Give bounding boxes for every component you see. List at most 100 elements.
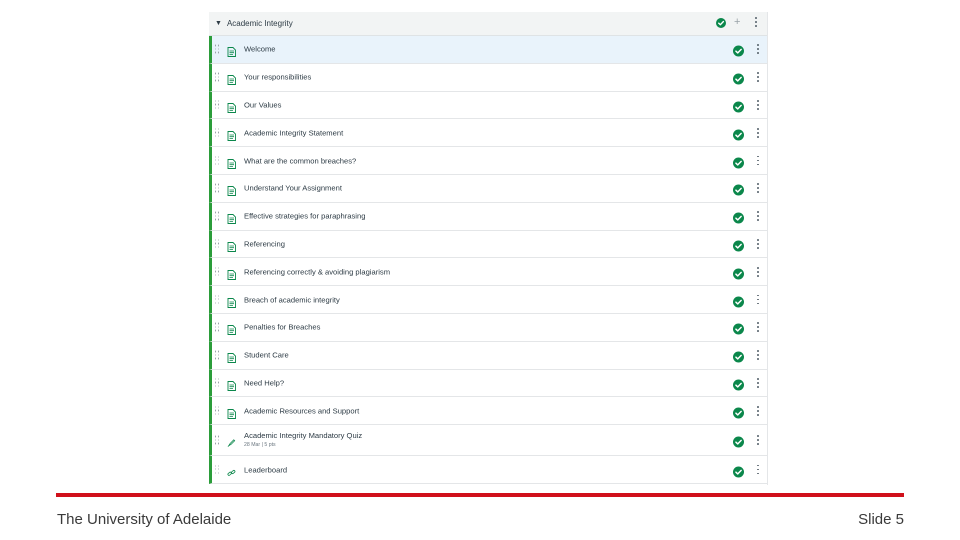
drag-handle-icon[interactable] — [215, 128, 220, 137]
document-icon — [227, 406, 236, 419]
module-item[interactable]: Referencing correctly & avoiding plagiar… — [209, 258, 767, 287]
item-title-link[interactable]: Breach of academic integrity — [244, 295, 340, 304]
check-circle-icon[interactable] — [733, 350, 744, 363]
check-circle-icon[interactable] — [733, 72, 744, 85]
drag-handle-icon[interactable] — [215, 406, 220, 415]
check-circle-icon[interactable] — [733, 183, 744, 196]
item-title-link[interactable]: Need Help? — [244, 378, 284, 387]
document-icon — [227, 100, 236, 113]
kebab-icon[interactable] — [756, 322, 760, 333]
kebab-icon[interactable] — [756, 99, 760, 110]
item-title-link[interactable]: Penalties for Breaches — [244, 323, 320, 332]
kebab-icon[interactable] — [756, 155, 760, 166]
document-icon — [227, 44, 236, 58]
kebab-icon[interactable] — [756, 377, 760, 388]
footer-rule — [56, 493, 904, 497]
check-circle-icon[interactable] — [733, 294, 744, 308]
document-icon — [227, 72, 236, 86]
drag-handle-icon[interactable] — [215, 465, 220, 474]
document-icon — [227, 295, 236, 308]
item-title-link[interactable]: Understand Your Assignment — [244, 184, 342, 193]
item-title-link[interactable]: Student Care — [244, 351, 289, 360]
drag-handle-icon[interactable] — [215, 295, 220, 304]
item-title-link[interactable]: Referencing — [244, 239, 285, 248]
check-circle-icon[interactable] — [733, 435, 744, 448]
item-title-link[interactable]: Referencing correctly & avoiding plagiar… — [244, 267, 390, 276]
module-item[interactable]: Leaderboard — [209, 456, 767, 484]
kebab-icon[interactable] — [756, 464, 760, 475]
module-item[interactable]: Your responsibilities — [209, 63, 767, 92]
kebab-icon[interactable] — [756, 44, 760, 55]
drag-handle-icon[interactable] — [215, 211, 220, 221]
item-title-link[interactable]: Academic Integrity Mandatory Quiz — [244, 431, 362, 440]
item-title-link[interactable]: Academic Integrity Statement — [244, 128, 343, 137]
drag-handle-icon[interactable] — [215, 100, 220, 109]
drag-handle-icon[interactable] — [215, 156, 220, 165]
module-item[interactable]: Penalties for Breaches — [209, 313, 767, 342]
check-circle-icon[interactable] — [716, 18, 726, 28]
item-title-link[interactable]: Our Values — [244, 100, 281, 109]
check-circle-icon[interactable] — [733, 322, 744, 335]
module-item[interactable]: Need Help? — [209, 369, 767, 398]
item-title-link[interactable]: What are the common breaches? — [244, 156, 356, 165]
check-circle-icon[interactable] — [733, 464, 744, 478]
module-header[interactable]: ▼ Academic Integrity + — [209, 12, 767, 36]
document-icon — [227, 350, 236, 364]
module-item[interactable]: Welcome — [209, 36, 767, 64]
kebab-icon[interactable] — [756, 72, 760, 82]
module-item[interactable]: Academic Integrity Statement — [209, 119, 767, 148]
kebab-icon[interactable] — [756, 211, 760, 221]
drag-handle-icon[interactable] — [215, 72, 220, 82]
item-label-block: Academic Integrity Mandatory Quiz 28 Mar … — [244, 431, 362, 448]
module-item[interactable]: Student Care — [209, 341, 767, 370]
item-title-link[interactable]: Leaderboard — [244, 465, 287, 474]
document-icon — [227, 211, 236, 225]
drag-handle-icon[interactable] — [215, 350, 220, 360]
drag-handle-icon[interactable] — [215, 267, 220, 276]
drag-handle-icon[interactable] — [215, 322, 220, 332]
check-circle-icon[interactable] — [733, 377, 744, 391]
module-item[interactable]: What are the common breaches? — [209, 147, 767, 175]
module-title: Academic Integrity — [226, 19, 293, 28]
check-circle-icon[interactable] — [733, 127, 744, 141]
check-circle-icon[interactable] — [733, 44, 744, 57]
kebab-icon[interactable] — [756, 435, 760, 445]
kebab-icon[interactable] — [756, 127, 760, 138]
module-item[interactable]: Academic Resources and Support — [209, 397, 767, 426]
module-item[interactable]: Academic Integrity Mandatory Quiz 28 Mar … — [209, 425, 767, 457]
item-title-link[interactable]: Academic Resources and Support — [244, 406, 359, 415]
item-title-link[interactable]: Effective strategies for paraphrasing — [244, 212, 365, 221]
item-title-link[interactable]: Welcome — [244, 45, 276, 54]
kebab-icon[interactable] — [756, 350, 760, 360]
caret-down-icon[interactable]: ▼ — [215, 20, 222, 27]
drag-handle-icon[interactable] — [215, 378, 220, 387]
module-panel: ▼ Academic Integrity + Welcome Your respo… — [209, 12, 768, 485]
drag-handle-icon[interactable] — [215, 183, 220, 193]
check-circle-icon[interactable] — [733, 155, 744, 169]
plus-icon[interactable]: + — [734, 16, 740, 28]
check-circle-icon[interactable] — [733, 238, 744, 252]
module-item[interactable]: Understand Your Assignment — [209, 174, 767, 203]
module-item[interactable]: Effective strategies for paraphrasing — [209, 202, 767, 231]
kebab-icon[interactable] — [756, 183, 760, 194]
document-icon — [227, 239, 236, 252]
drag-handle-icon[interactable] — [215, 239, 220, 248]
check-circle-icon[interactable] — [733, 266, 744, 280]
check-circle-icon[interactable] — [733, 211, 744, 224]
document-icon — [227, 128, 236, 141]
document-icon — [227, 183, 236, 197]
drag-handle-icon[interactable] — [215, 435, 220, 445]
kebab-icon[interactable] — [756, 405, 760, 416]
item-title-link[interactable]: Your responsibilities — [244, 73, 311, 82]
rocket-icon — [227, 435, 236, 447]
module-item[interactable]: Referencing — [209, 230, 767, 259]
kebab-icon[interactable] — [756, 294, 760, 305]
module-item[interactable]: Our Values — [209, 91, 767, 120]
kebab-icon[interactable] — [756, 266, 760, 277]
check-circle-icon[interactable] — [733, 405, 744, 419]
kebab-icon[interactable] — [756, 238, 760, 249]
module-item[interactable]: Breach of academic integrity — [209, 286, 767, 314]
check-circle-icon[interactable] — [733, 99, 744, 113]
drag-handle-icon[interactable] — [215, 44, 220, 54]
kebab-icon[interactable] — [754, 17, 758, 27]
